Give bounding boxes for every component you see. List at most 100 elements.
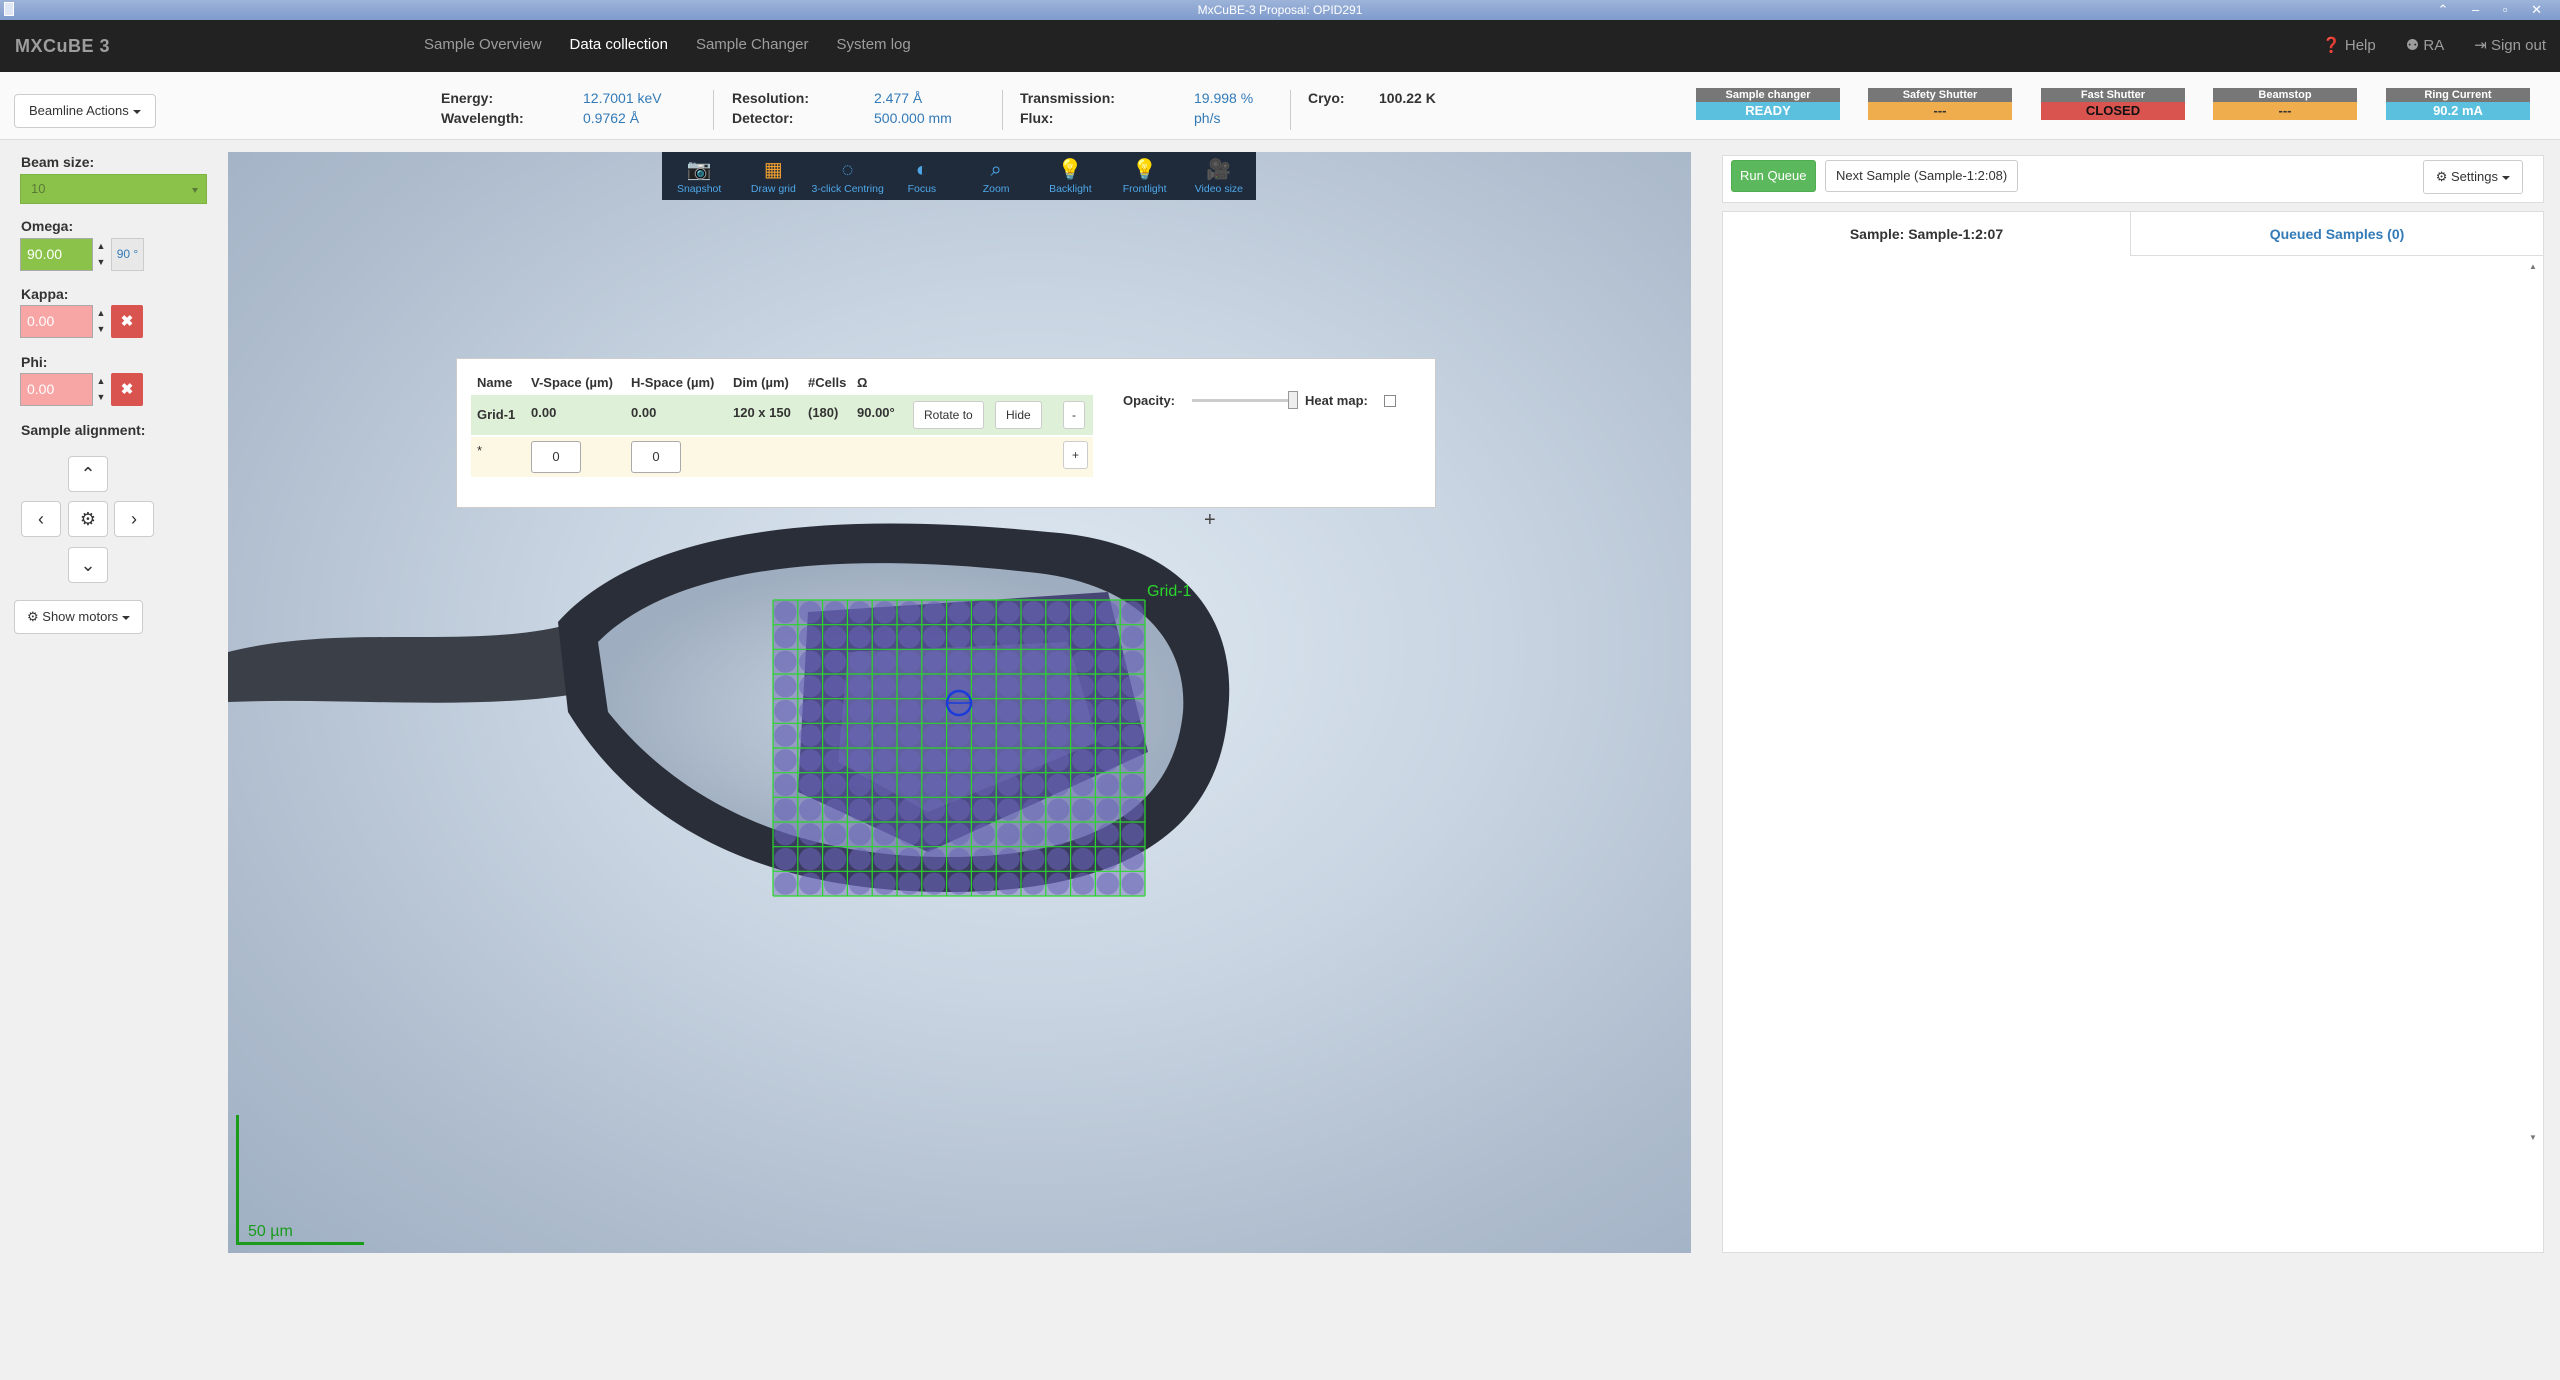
grid-cell: [947, 625, 971, 649]
grid-cell: [923, 625, 946, 649]
move-down-button[interactable]: ⌄: [68, 547, 108, 583]
run-queue-button[interactable]: Run Queue: [1731, 160, 1816, 192]
grid-cell: [1096, 798, 1119, 821]
grid-cell: [1071, 601, 1095, 624]
phi-input[interactable]: 0.00: [20, 373, 93, 406]
grid-overlay[interactable]: Grid-1: [228, 152, 1691, 1253]
grid-cell: [1071, 749, 1095, 772]
grid-cell: [1022, 847, 1045, 871]
remote-access-link[interactable]: ⚉ RA: [2406, 36, 2444, 54]
grid-cell: [972, 847, 995, 871]
settings-button[interactable]: ⚙ Settings: [2422, 160, 2523, 194]
next-sample-button[interactable]: Next Sample (Sample-1:2:08): [1825, 160, 2019, 192]
focus-button[interactable]: ◐ Focus: [885, 152, 959, 200]
alignment-settings-button[interactable]: ⚙: [68, 501, 108, 537]
grid-cell: [898, 601, 921, 624]
tab-current-sample[interactable]: Sample: Sample-1:2:07: [1723, 212, 2131, 256]
grid-cell: [1121, 872, 1144, 895]
hide-button[interactable]: Hide: [995, 401, 1042, 429]
transmission-label: Transmission:: [1020, 90, 1115, 106]
grid-cell: [848, 872, 871, 895]
remove-grid-button[interactable]: -: [1063, 401, 1085, 429]
nav-sample-changer[interactable]: Sample Changer: [682, 36, 823, 53]
gears-icon: ⚙: [27, 609, 39, 624]
grid-cell: [823, 724, 847, 747]
grid-cell: [997, 823, 1020, 846]
chevron-down-icon: ⌄: [80, 555, 96, 575]
grid-cell: [972, 675, 995, 698]
grid-cell: [774, 847, 797, 871]
v-space-input[interactable]: 0: [531, 441, 581, 473]
safety-shutter-status[interactable]: Safety Shutter ---: [1868, 88, 2012, 120]
grid-cell: [1047, 650, 1070, 673]
nav-system-log[interactable]: System log: [823, 36, 925, 53]
grid-cell: [799, 823, 822, 846]
col-dim: Dim (µm): [733, 375, 789, 390]
grid-cell: [823, 773, 847, 797]
grid-cell: [873, 749, 896, 772]
grid-cell: [1071, 650, 1095, 673]
grid-cell: [1096, 872, 1119, 895]
grid-cell: [1047, 773, 1070, 797]
kappa-input[interactable]: 0.00: [20, 305, 93, 338]
nav-sample-overview[interactable]: Sample Overview: [410, 36, 556, 53]
video-size-button[interactable]: 🎥 Video size: [1182, 152, 1256, 200]
backlight-button[interactable]: 💡 Backlight: [1033, 152, 1107, 200]
queue-scrollbar[interactable]: ▲ ▼: [2529, 262, 2539, 1142]
sign-out-link[interactable]: ⇥ Sign out: [2474, 36, 2546, 54]
opacity-slider-handle[interactable]: [1288, 391, 1298, 409]
omega-step-badge[interactable]: 90 °: [111, 238, 144, 271]
wavelength-value[interactable]: 0.9762 Å: [583, 110, 639, 126]
energy-value[interactable]: 12.7001 keV: [583, 90, 662, 106]
grid-cell: [799, 749, 822, 772]
sample-video-view[interactable]: Grid-1 📷 Snapshot ▦ Draw grid ◌ 3-click Cen…: [228, 152, 1691, 1253]
heatmap-checkbox[interactable]: [1384, 395, 1396, 407]
grid-cell: [1071, 823, 1095, 846]
fast-shutter-status[interactable]: Fast Shutter CLOSED: [2041, 88, 2185, 120]
phi-label: Phi:: [21, 354, 48, 370]
frontlight-button[interactable]: 💡 Frontlight: [1108, 152, 1182, 200]
brand[interactable]: MXCuBE 3: [15, 36, 110, 57]
grid-dim: 120 x 150: [733, 405, 791, 420]
grid-cell: [799, 724, 822, 747]
detector-value[interactable]: 500.000 mm: [874, 110, 952, 126]
transmission-value[interactable]: 19.998 %: [1194, 90, 1253, 106]
h-space-input[interactable]: 0: [631, 441, 681, 473]
grid-cell: [848, 823, 871, 846]
zoom-button[interactable]: ⌕ Zoom: [959, 152, 1033, 200]
kappa-stop-button[interactable]: ✖: [111, 305, 143, 338]
omega-input[interactable]: 90.00: [20, 238, 93, 271]
show-motors-button[interactable]: ⚙ Show motors: [14, 600, 144, 634]
rotate-to-button[interactable]: Rotate to: [913, 401, 984, 429]
phi-stop-button[interactable]: ✖: [111, 373, 143, 406]
help-link[interactable]: ❓ Help: [2322, 36, 2376, 54]
beamline-actions-button[interactable]: Beamline Actions: [14, 94, 156, 128]
kappa-stepper[interactable]: ▲ ▼: [94, 305, 108, 338]
beam-size-select[interactable]: 10: [20, 174, 207, 204]
grid-cell: [1121, 650, 1144, 673]
phi-stepper[interactable]: ▲ ▼: [94, 373, 108, 406]
add-grid-button[interactable]: +: [1063, 441, 1089, 469]
tab-queued-samples[interactable]: Queued Samples (0): [2131, 212, 2543, 256]
nav-data-collection[interactable]: Data collection: [556, 36, 682, 53]
draw-grid-button[interactable]: ▦ Draw grid: [736, 152, 810, 200]
snapshot-button[interactable]: 📷 Snapshot: [662, 152, 736, 200]
window-controls[interactable]: ⌃ – ▫ ✕: [2438, 0, 2552, 20]
grid-cell: [1121, 675, 1144, 698]
move-left-button[interactable]: ‹: [21, 501, 61, 537]
grid-cell: [1096, 625, 1119, 649]
resolution-value[interactable]: 2.477 Å: [874, 90, 922, 106]
grid-cell: [873, 823, 896, 846]
grid-row[interactable]: Grid-1 0.00 0.00 120 x 150 (180) 90.00° …: [471, 395, 1093, 435]
move-right-button[interactable]: ›: [114, 501, 154, 537]
beamstop-status[interactable]: Beamstop ---: [2213, 88, 2357, 120]
omega-stepper[interactable]: ▲ ▼: [94, 238, 108, 271]
centring-button[interactable]: ◌ 3-click Centring: [811, 152, 885, 200]
move-up-button[interactable]: ⌃: [68, 456, 108, 492]
grid-cell: [873, 625, 896, 649]
grid-cell: [848, 675, 871, 698]
grid-cell: [1022, 601, 1045, 624]
opacity-slider[interactable]: [1192, 399, 1292, 402]
opacity-label: Opacity:: [1123, 393, 1176, 408]
scroll-down-icon: ▼: [2529, 1133, 2537, 1142]
